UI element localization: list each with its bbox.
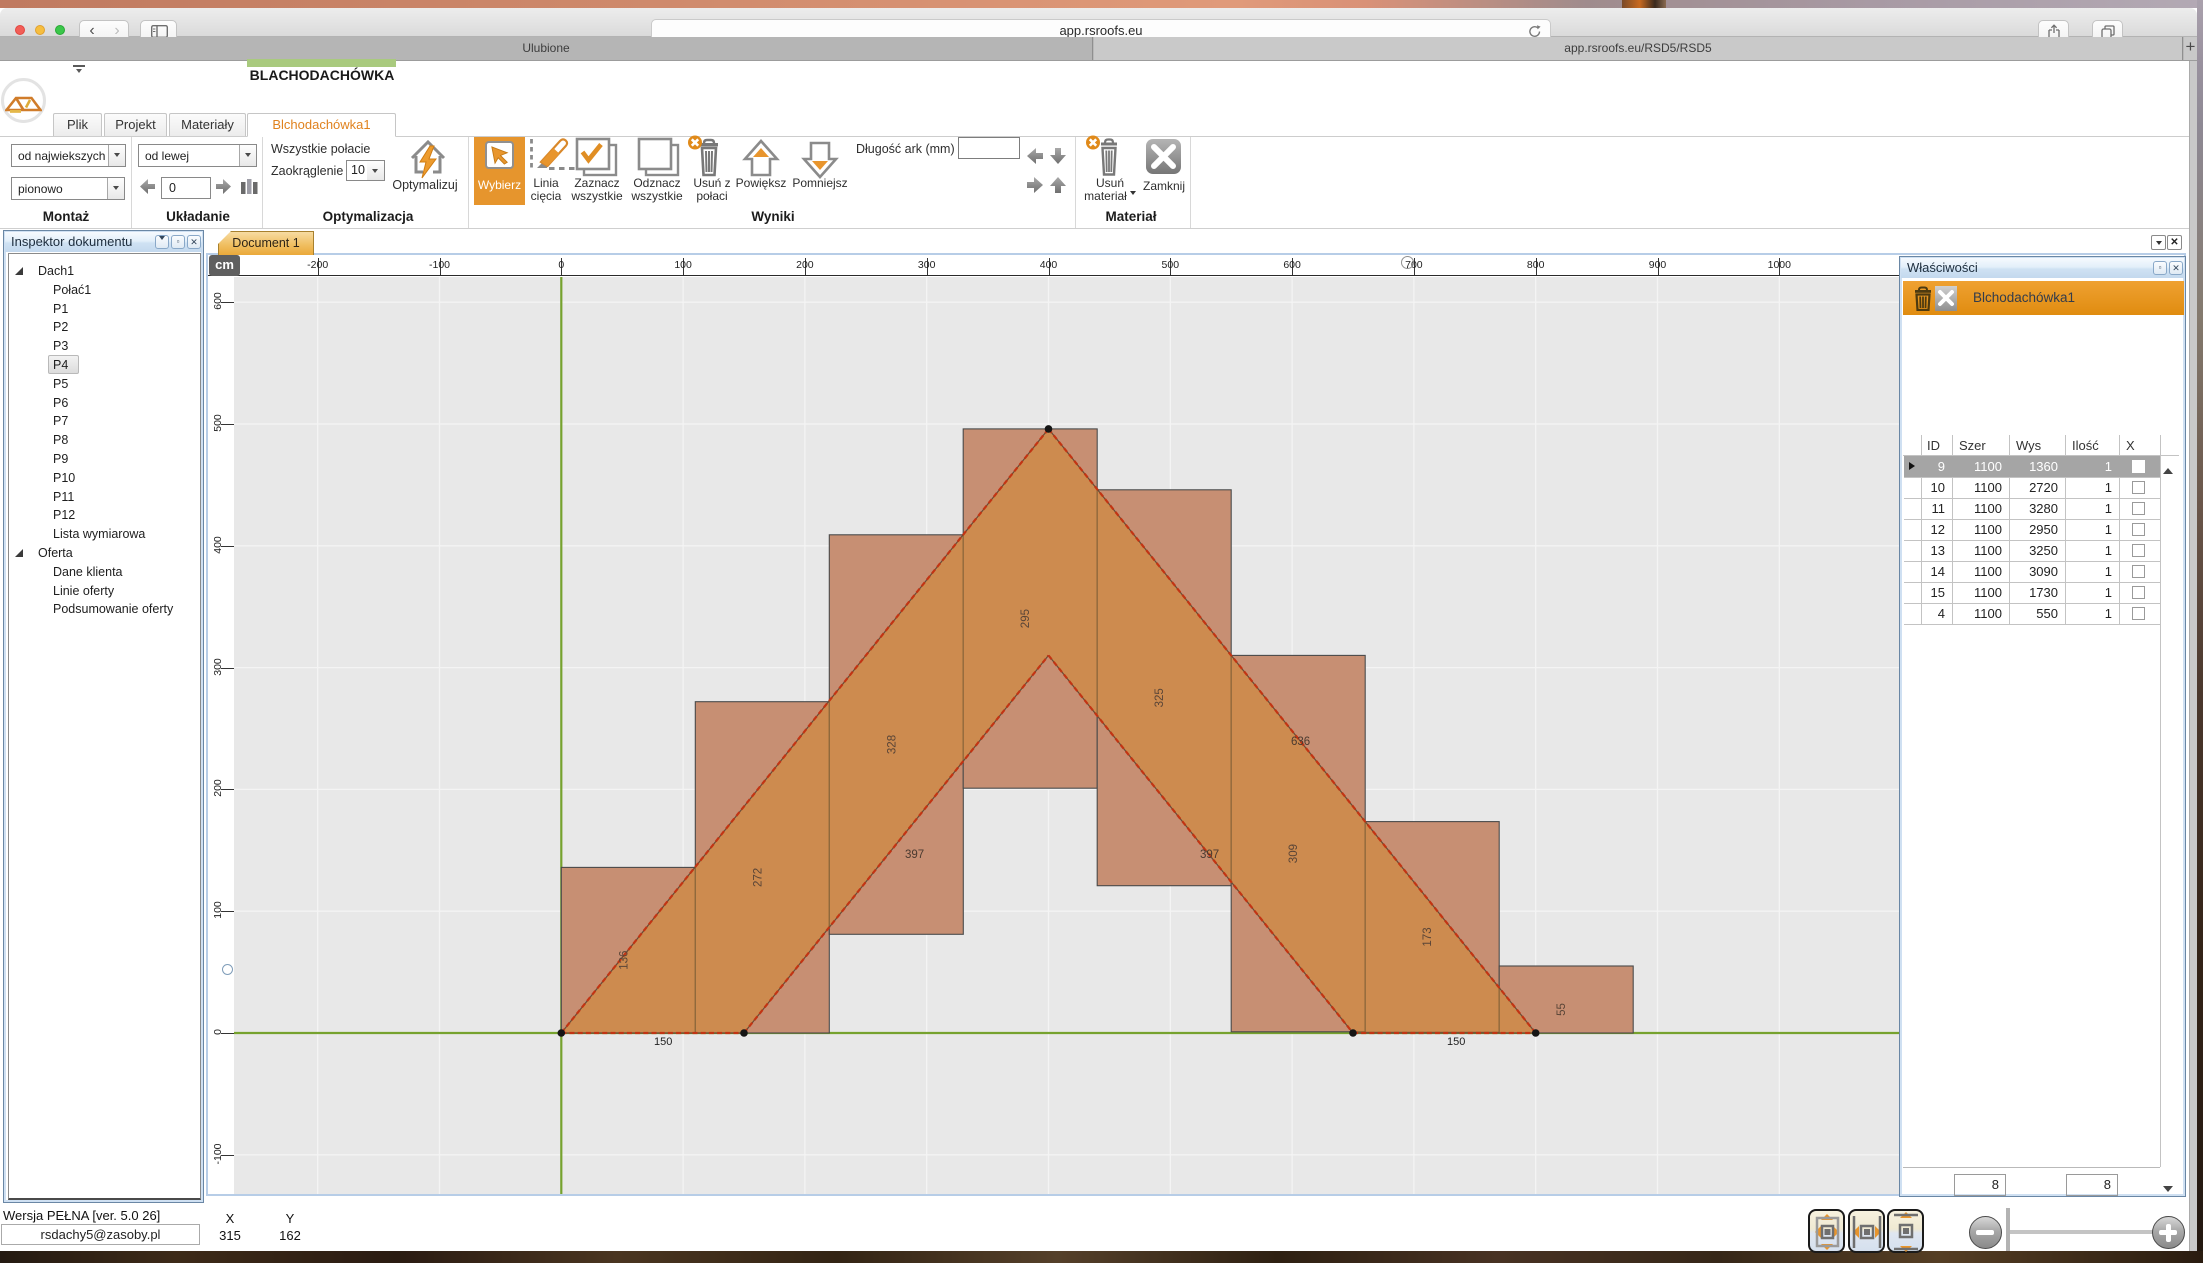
svg-text:295: 295 xyxy=(1020,609,1032,628)
svg-text:397: 397 xyxy=(905,849,924,861)
svg-text:397: 397 xyxy=(1200,849,1219,861)
svg-text:150: 150 xyxy=(1447,1036,1465,1048)
svg-text:325: 325 xyxy=(1154,688,1166,707)
svg-text:150: 150 xyxy=(654,1036,672,1048)
svg-text:55: 55 xyxy=(1556,1003,1568,1016)
svg-text:309: 309 xyxy=(1288,844,1300,863)
svg-text:272: 272 xyxy=(752,868,764,887)
svg-text:328: 328 xyxy=(886,735,898,754)
svg-text:636: 636 xyxy=(1291,736,1310,748)
svg-text:136: 136 xyxy=(618,951,630,970)
svg-text:173: 173 xyxy=(1422,927,1434,946)
